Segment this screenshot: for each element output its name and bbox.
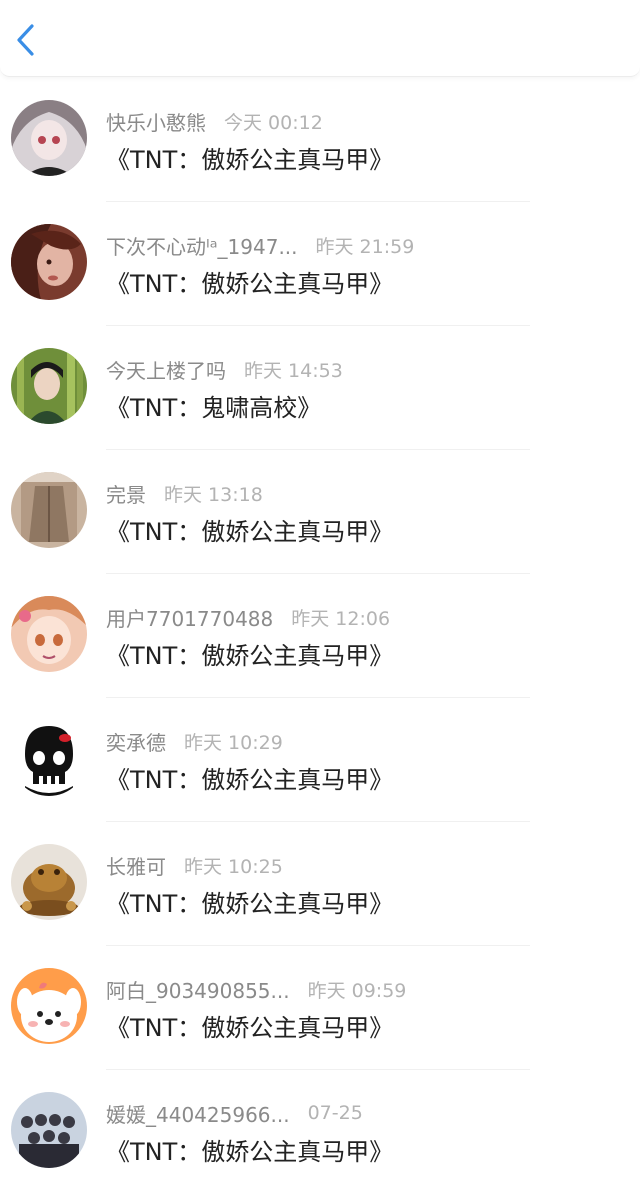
cartoon-dog-avatar[interactable]	[11, 968, 87, 1044]
chevron-left-icon	[17, 24, 34, 56]
list-item[interactable]: 长雅可 昨天 10:25 《TNT：傲娇公主真马甲》	[0, 822, 640, 946]
anime-girl-avatar[interactable]	[11, 100, 87, 176]
user-name[interactable]: 下次不心动ᴵᵃ_1947...	[106, 231, 298, 260]
anime-face-avatar[interactable]	[11, 596, 87, 672]
timestamp: 昨天 10:25	[184, 855, 283, 878]
user-name[interactable]: 完景	[106, 479, 146, 508]
book-title[interactable]: 《TNT：傲娇公主真马甲》	[106, 264, 393, 299]
clothing-photo-avatar[interactable]	[11, 472, 87, 548]
book-title[interactable]: 《TNT：傲娇公主真马甲》	[106, 1132, 393, 1167]
list-item[interactable]: 媛媛_440425966... 07-25 《TNT：傲娇公主真马甲》	[0, 1070, 640, 1194]
golden-toad-avatar[interactable]	[11, 844, 87, 920]
timestamp: 昨天 12:06	[291, 607, 391, 630]
timestamp: 昨天 21:59	[315, 235, 415, 258]
book-title[interactable]: 《TNT：傲娇公主真马甲》	[106, 760, 393, 795]
book-title[interactable]: 《TNT：傲娇公主真马甲》	[106, 140, 393, 175]
user-name[interactable]: 快乐小憨熊	[106, 107, 206, 136]
timestamp: 今天 00:12	[224, 111, 323, 134]
list-item[interactable]: 今天上楼了吗 昨天 14:53 《TNT：鬼啸高校》	[0, 326, 640, 450]
book-title[interactable]: 《TNT：傲娇公主真马甲》	[106, 884, 393, 919]
timestamp: 昨天 10:29	[184, 731, 283, 754]
group-photo-avatar[interactable]	[11, 1092, 87, 1168]
user-name[interactable]: 媛媛_440425966...	[106, 1099, 290, 1128]
list-item[interactable]: 快乐小憨熊 今天 00:12 《TNT：傲娇公主真马甲》	[0, 78, 640, 202]
timestamp: 昨天 14:53	[244, 359, 343, 382]
user-name[interactable]: 阿白_903490855...	[106, 975, 290, 1004]
timestamp: 昨天 13:18	[164, 483, 263, 506]
skull-avatar[interactable]	[11, 720, 87, 796]
list-item[interactable]: 阿白_903490855... 昨天 09:59 《TNT：傲娇公主真马甲》	[0, 946, 640, 1070]
user-name[interactable]: 今天上楼了吗	[106, 355, 226, 384]
book-title[interactable]: 《TNT：傲娇公主真马甲》	[106, 1008, 393, 1043]
comment-list: 快乐小憨熊 今天 00:12 《TNT：傲娇公主真马甲》 下次不心动ᴵᵃ_194…	[0, 78, 640, 1194]
user-name[interactable]: 长雅可	[106, 851, 166, 880]
user-name[interactable]: 用户7701770488	[106, 603, 273, 632]
girl-photo-avatar[interactable]	[11, 224, 87, 300]
list-item[interactable]: 奕承德 昨天 10:29 《TNT：傲娇公主真马甲》	[0, 698, 640, 822]
user-name[interactable]: 奕承德	[106, 727, 166, 756]
list-item[interactable]: 用户7701770488 昨天 12:06 《TNT：傲娇公主真马甲》	[0, 574, 640, 698]
navigation-bar	[0, 0, 640, 77]
timestamp: 昨天 09:59	[307, 979, 407, 1002]
list-item[interactable]: 完景 昨天 13:18 《TNT：傲娇公主真马甲》	[0, 450, 640, 574]
list-item[interactable]: 下次不心动ᴵᵃ_1947... 昨天 21:59 《TNT：傲娇公主真马甲》	[0, 202, 640, 326]
book-title[interactable]: 《TNT：鬼啸高校》	[106, 388, 321, 423]
bamboo-photo-avatar[interactable]	[11, 348, 87, 424]
timestamp: 07-25	[307, 1102, 363, 1124]
book-title[interactable]: 《TNT：傲娇公主真马甲》	[106, 512, 393, 547]
back-button[interactable]	[6, 18, 46, 62]
book-title[interactable]: 《TNT：傲娇公主真马甲》	[106, 636, 393, 671]
